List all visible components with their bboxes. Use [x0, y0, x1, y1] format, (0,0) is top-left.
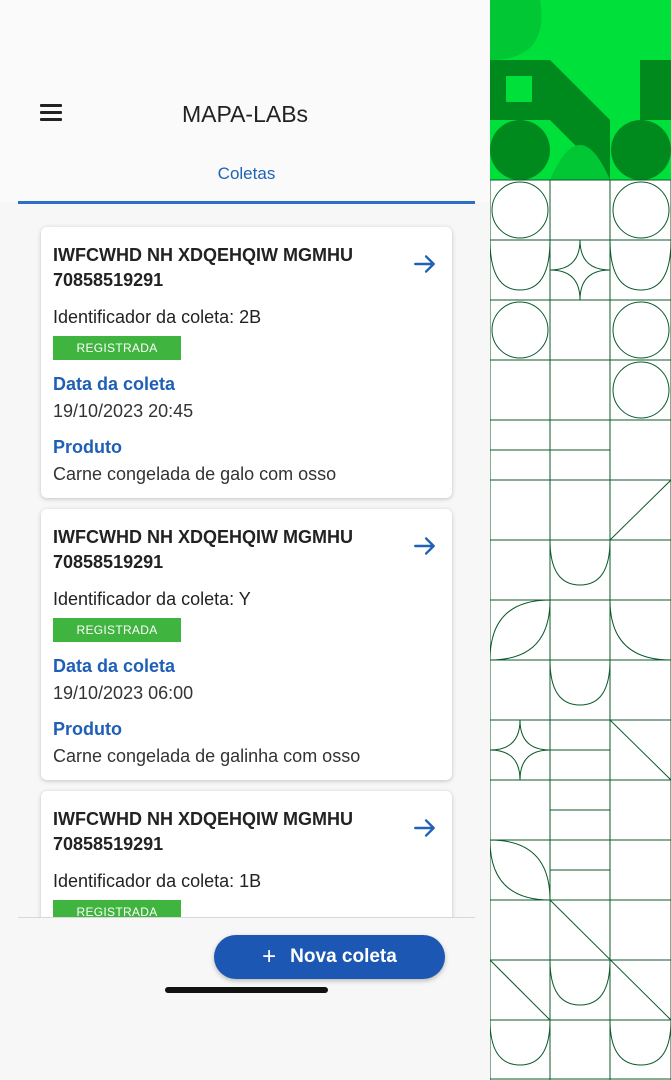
- plus-icon: +: [262, 943, 277, 970]
- coleta-card[interactable]: IWFCWHD NH XDQEHQIW MGMHU 70858519291 Id…: [41, 509, 452, 780]
- coleta-identificador: Identificador da coleta: 2B: [53, 307, 262, 327]
- produto-value: Carne congelada de galo com osso: [53, 464, 337, 484]
- decorative-pattern-panel: [490, 0, 671, 1080]
- produto-label: Produto: [53, 437, 122, 457]
- data-coleta-label: Data da coleta: [53, 656, 176, 676]
- nova-coleta-label: Nova coleta: [290, 946, 397, 967]
- tab-coletas[interactable]: Coletas: [18, 160, 475, 204]
- arrow-right-icon[interactable]: [412, 251, 438, 277]
- app-header: MAPA-LABs Coletas: [0, 0, 490, 204]
- coleta-card[interactable]: IWFCWHD NH XDQEHQIW MGMHU 70858519291 Id…: [41, 227, 452, 498]
- status-badge: REGISTRADA: [53, 336, 181, 360]
- arrow-right-icon[interactable]: [412, 815, 438, 841]
- status-badge: REGISTRADA: [53, 900, 181, 918]
- page-title: MAPA-LABs: [181, 101, 309, 127]
- divider: [18, 917, 475, 918]
- coleta-card[interactable]: IWFCWHD NH XDQEHQIW MGMHU 70858519291 Id…: [41, 791, 452, 918]
- coleta-owner-name: IWFCWHD NH XDQEHQIW MGMHU 70858519291: [53, 809, 353, 854]
- home-indicator: [165, 987, 328, 993]
- coleta-identificador: Identificador da coleta: Y: [53, 589, 251, 609]
- coleta-owner-name: IWFCWHD NH XDQEHQIW MGMHU 70858519291: [53, 527, 353, 572]
- data-coleta-label: Data da coleta: [53, 374, 176, 394]
- produto-value: Carne congelada de galinha com osso: [53, 746, 361, 766]
- coletas-list[interactable]: IWFCWHD NH XDQEHQIW MGMHU 70858519291 Id…: [0, 204, 475, 918]
- arrow-right-icon[interactable]: [412, 533, 438, 559]
- app-screen: MAPA-LABs Coletas IWFCWHD NH XDQEHQIW MG…: [0, 0, 490, 1080]
- produto-label: Produto: [53, 719, 122, 739]
- data-coleta-value: 19/10/2023 20:45: [53, 401, 194, 421]
- data-coleta-value: 19/10/2023 06:00: [53, 683, 194, 703]
- status-badge: REGISTRADA: [53, 618, 181, 642]
- nova-coleta-button[interactable]: + Nova coleta: [214, 935, 445, 979]
- coleta-identificador: Identificador da coleta: 1B: [53, 871, 262, 891]
- coleta-owner-name: IWFCWHD NH XDQEHQIW MGMHU 70858519291: [53, 245, 353, 290]
